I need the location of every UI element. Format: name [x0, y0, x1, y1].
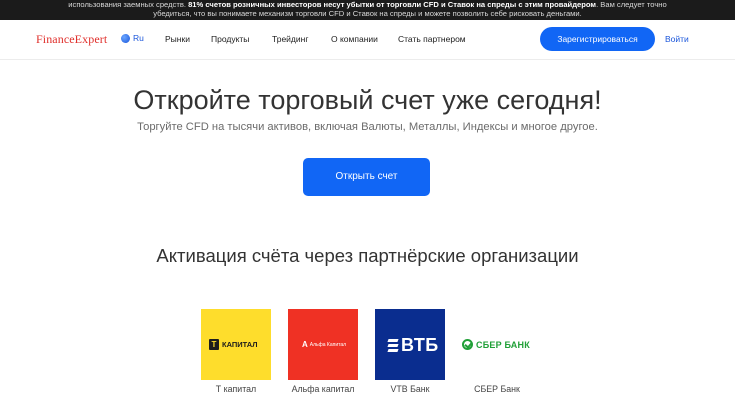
partner-name: СБЕР Банк: [474, 384, 520, 394]
risk-warning-text-end: . Вам следует точно: [596, 0, 667, 9]
alfa-a-icon: А: [302, 340, 308, 349]
hero-subtitle: Торгуйте CFD на тысячи активов, включая …: [137, 121, 598, 133]
top-navbar: FinanceExpert Ru Рынки Продукты Трейдинг…: [0, 20, 735, 60]
hero-title: Откройте торговый счет уже сегодня!: [133, 85, 602, 115]
alfa-logo[interactable]: А Альфа Капитал: [288, 309, 358, 380]
partner-name: Альфа капитал: [291, 384, 355, 394]
tkapital-shield-icon: Т: [209, 339, 219, 350]
risk-warning-banner: использования заемных средств. 81% счето…: [0, 0, 735, 20]
risk-warning-bold: 81% счетов розничных инвесторов несут уб…: [188, 0, 597, 9]
partner-card-sber[interactable]: СБЕР БАНК СБЕР Банк: [462, 309, 532, 394]
partner-name: VTB Банк: [390, 384, 430, 394]
alfa-logo-text: Альфа Капитал: [309, 341, 347, 348]
nav-item-about[interactable]: О компании: [331, 34, 378, 44]
language-switcher[interactable]: Ru: [121, 33, 144, 43]
tkapital-logo[interactable]: Т КАПИТАЛ: [201, 309, 271, 380]
partner-card-vtb[interactable]: ВТБ VTB Банк: [375, 309, 445, 394]
language-label: Ru: [133, 33, 144, 43]
risk-warning-line2: убедиться, что вы понимаете механизм тор…: [153, 9, 582, 19]
risk-warning-text: использования заемных средств.: [68, 0, 189, 9]
nav-item-products[interactable]: Продукты: [211, 34, 249, 44]
site-logo[interactable]: FinanceExpert: [36, 32, 107, 47]
tkapital-logo-text: КАПИТАЛ: [222, 340, 258, 349]
login-link[interactable]: Войти: [665, 34, 689, 44]
nav-item-markets[interactable]: Рынки: [165, 34, 190, 44]
partner-card-alfa[interactable]: А Альфа Капитал Альфа капитал: [288, 309, 358, 394]
open-account-button[interactable]: Открыть счет: [303, 158, 430, 196]
partners-title: Активация счёта через партнёрские органи…: [156, 245, 579, 266]
sber-check-icon: [462, 339, 473, 350]
globe-icon: [121, 33, 130, 43]
nav-item-partner[interactable]: Стать партнером: [398, 34, 466, 44]
partner-name: Т капитал: [215, 384, 257, 394]
vtb-logo-text: ВТБ: [401, 335, 439, 355]
vtb-stripes-icon: [387, 339, 399, 352]
vtb-logo[interactable]: ВТБ: [375, 309, 445, 380]
sber-logo[interactable]: СБЕР БАНК: [462, 309, 532, 380]
sber-logo-text: СБЕР БАНК: [476, 339, 530, 350]
register-button[interactable]: Зарегистрироваться: [540, 27, 655, 51]
nav-item-trading[interactable]: Трейдинг: [272, 34, 308, 44]
partner-card-tkapital[interactable]: Т КАПИТАЛ Т капитал: [201, 309, 271, 394]
